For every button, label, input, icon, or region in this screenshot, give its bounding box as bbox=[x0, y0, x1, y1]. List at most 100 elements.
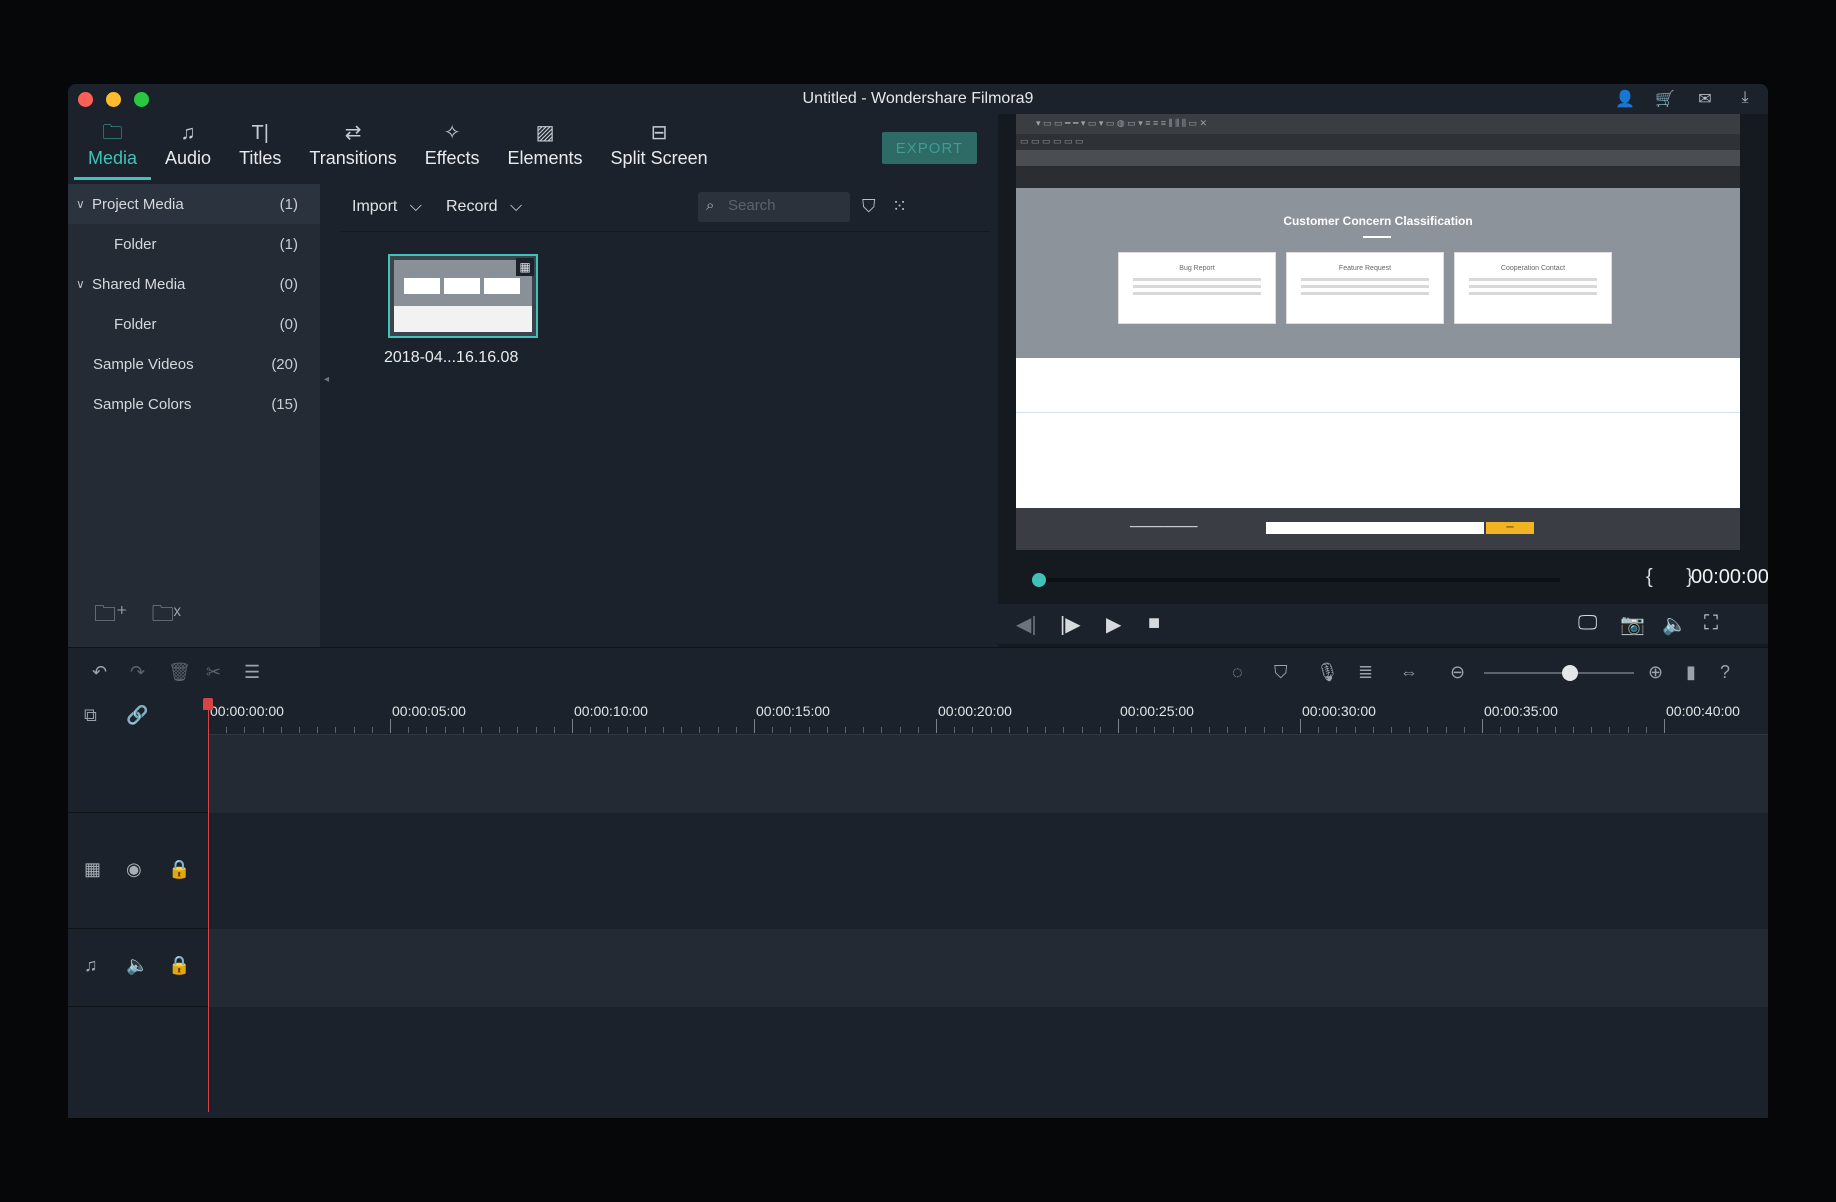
cut-icon[interactable]: ✂ bbox=[206, 662, 221, 683]
ruler-major-tick bbox=[754, 719, 755, 733]
tab-effects[interactable]: ✧ Effects bbox=[411, 114, 494, 180]
library-item-sample-colors[interactable]: Sample Colors (15) bbox=[68, 384, 320, 424]
ruler-minor-tick bbox=[1136, 727, 1138, 733]
new-folder-icon[interactable]: 🗀⁺ bbox=[94, 597, 128, 635]
zoom-slider[interactable] bbox=[1484, 672, 1634, 674]
zoom-in-icon[interactable]: ⊕ bbox=[1648, 662, 1663, 683]
ruler-major-tick bbox=[572, 719, 573, 733]
ruler-major-tick bbox=[936, 719, 937, 733]
library-item-shared-media[interactable]: ∨ Shared Media (0) bbox=[68, 264, 320, 304]
render-icon[interactable]: ◌ bbox=[1232, 662, 1243, 683]
tab-media[interactable]: 🗀 Media bbox=[74, 114, 152, 180]
snapshot-icon[interactable]: 📷 bbox=[1620, 612, 1645, 637]
undo-icon[interactable]: ↶ bbox=[92, 662, 107, 683]
timeline-track-audio[interactable] bbox=[208, 929, 1768, 1007]
mail-icon[interactable]: ✉ bbox=[1694, 89, 1716, 109]
library-item-label: Folder bbox=[114, 235, 157, 253]
cart-icon[interactable]: 🛒 bbox=[1654, 89, 1676, 109]
ruler-minor-tick bbox=[280, 727, 282, 733]
grid-view-icon[interactable]: ⁙ bbox=[892, 196, 907, 217]
library-item-project-media[interactable]: ∨ Project Media (1) bbox=[68, 184, 320, 224]
tab-transitions[interactable]: ⇄ Transitions bbox=[295, 114, 410, 180]
microphone-icon[interactable]: 🎙 bbox=[1316, 662, 1339, 683]
ruler-minor-tick bbox=[681, 727, 683, 733]
playhead-handle[interactable] bbox=[203, 698, 213, 710]
lock-icon[interactable]: 🔒 bbox=[168, 955, 190, 976]
user-icon[interactable]: 👤 bbox=[1614, 89, 1636, 109]
link-icon[interactable]: 🔗 bbox=[126, 705, 148, 726]
speaker-icon[interactable]: 🔈 bbox=[126, 955, 148, 976]
media-thumbnail[interactable]: ▦ bbox=[388, 254, 538, 338]
library-item-project-folder[interactable]: Folder (1) bbox=[68, 224, 320, 264]
skip-back-icon[interactable]: ◀| bbox=[1016, 612, 1037, 637]
fit-timeline-icon[interactable]: ⇔ bbox=[1400, 662, 1418, 683]
audio-meter-icon[interactable]: ▮ bbox=[1686, 662, 1696, 683]
library-item-sample-videos[interactable]: Sample Videos (20) bbox=[68, 344, 320, 384]
tab-titles[interactable]: T| Titles bbox=[225, 114, 295, 180]
download-icon[interactable]: ⤓ bbox=[1734, 89, 1756, 109]
ruler-minor-tick bbox=[1391, 727, 1392, 733]
timeline-track-footer[interactable] bbox=[208, 1007, 1768, 1118]
adjust-icon[interactable]: ☰ bbox=[244, 662, 260, 683]
preview-card: Feature Request bbox=[1286, 252, 1444, 324]
preview-screen: ▾ ▭ ▭ ━ ━ ▾ ▭ ▾ ▭ ◍ ▭ ▾ ≡ ≡ ≡ ⫼ ⫼ ⫼ ▭ ✕ … bbox=[1016, 114, 1740, 550]
ruler-minor-tick bbox=[899, 727, 901, 733]
search-input[interactable] bbox=[728, 197, 843, 214]
zoom-slider-handle[interactable] bbox=[1561, 665, 1578, 681]
delete-folder-icon[interactable]: 🗀ˣ bbox=[152, 597, 181, 635]
record-dropdown[interactable]: Record ⌵ bbox=[446, 198, 522, 216]
render-preview-icon[interactable]: 🖵 bbox=[1578, 612, 1597, 635]
preview-card: Cooperation Contact bbox=[1454, 252, 1612, 324]
zoom-out-icon[interactable]: ⊖ bbox=[1450, 662, 1465, 683]
tab-split-screen[interactable]: ⊟ Split Screen bbox=[597, 114, 722, 180]
ruler-minor-tick bbox=[499, 727, 501, 733]
lock-icon[interactable]: 🔒 bbox=[168, 859, 190, 880]
help-icon[interactable]: ? bbox=[1720, 662, 1730, 683]
play-icon[interactable]: ▶ bbox=[1106, 612, 1121, 637]
filter-icon[interactable]: ⛉ bbox=[862, 196, 876, 217]
ruler-minor-tick bbox=[517, 727, 519, 733]
ruler-minor-tick bbox=[1281, 727, 1283, 733]
ruler-major-tick bbox=[1664, 719, 1665, 733]
timeline-ruler[interactable]: 00:00:00:00 00:00:05:00 00:00:10:00 00:00:1… bbox=[208, 697, 1768, 735]
playhead[interactable] bbox=[208, 704, 209, 1112]
audio-mixer-icon[interactable]: ≣ bbox=[1358, 662, 1373, 683]
volume-icon[interactable]: 🔈 bbox=[1662, 612, 1687, 637]
ruler-minor-tick bbox=[972, 727, 974, 733]
chevron-down-icon: ∨ bbox=[76, 277, 85, 291]
collapse-panel-handle[interactable]: ◂ bbox=[324, 374, 334, 394]
ruler-major-tick bbox=[1118, 719, 1119, 733]
tab-audio[interactable]: ♫ Audio bbox=[151, 114, 225, 180]
library-item-shared-folder[interactable]: Folder (0) bbox=[68, 304, 320, 344]
preview-card: Bug Report bbox=[1118, 252, 1276, 324]
export-button[interactable]: EXPORT bbox=[882, 132, 977, 164]
tab-elements[interactable]: ▨ Elements bbox=[494, 114, 597, 180]
add-track-icon[interactable]: ⧉ bbox=[84, 705, 97, 726]
redo-icon[interactable]: ↷ bbox=[130, 662, 145, 683]
folder-icon: 🗀 bbox=[102, 122, 123, 144]
ruler-minor-tick bbox=[1627, 727, 1629, 733]
stop-icon[interactable]: ■ bbox=[1148, 612, 1160, 635]
ruler-minor-tick bbox=[1263, 727, 1265, 733]
eye-icon[interactable]: ◉ bbox=[126, 859, 142, 880]
play-frame-icon[interactable]: |▶ bbox=[1060, 612, 1081, 637]
window-title: Untitled - Wondershare Filmora9 bbox=[802, 90, 1034, 107]
record-label: Record bbox=[446, 198, 498, 215]
preview-panel: ▾ ▭ ▭ ━ ━ ▾ ▭ ▾ ▭ ◍ ▭ ▾ ≡ ≡ ≡ ⫼ ⫼ ⫼ ▭ ✕ … bbox=[998, 114, 1768, 647]
delete-icon[interactable]: 🗑 bbox=[168, 662, 191, 683]
library-item-label: Shared Media bbox=[92, 275, 186, 293]
import-dropdown[interactable]: Import ⌵ bbox=[352, 198, 422, 216]
marker-icon[interactable]: ⛉ bbox=[1274, 662, 1288, 683]
timeline-track-empty[interactable] bbox=[208, 735, 1768, 813]
ruler-major-tick bbox=[1300, 719, 1301, 733]
ruler-minor-tick bbox=[1409, 727, 1411, 733]
preview-scrubber[interactable] bbox=[1040, 578, 1560, 582]
ruler-minor-tick bbox=[1500, 727, 1502, 733]
scrubber-handle[interactable] bbox=[1032, 573, 1046, 587]
fullscreen-icon[interactable]: ⛶ bbox=[1704, 612, 1718, 635]
chevron-down-icon: ⌵ bbox=[409, 198, 422, 215]
media-library-panel: ∨ Project Media (1) Folder (1) ∨ Shared … bbox=[68, 184, 320, 647]
ruler-tick-label: 00:00:00:00 bbox=[210, 703, 284, 719]
ruler-minor-tick bbox=[1245, 727, 1247, 733]
timeline-track-video[interactable] bbox=[208, 813, 1768, 929]
